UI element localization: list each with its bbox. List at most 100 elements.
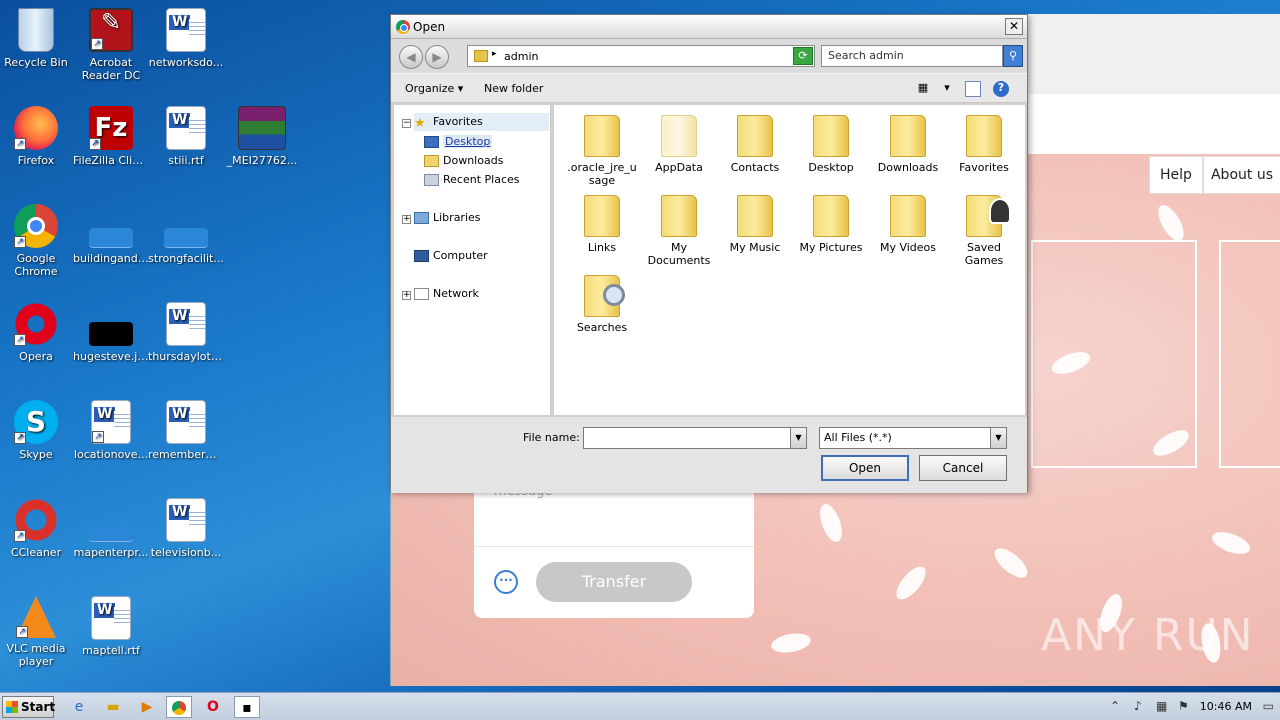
search-icon[interactable]: ⚲ (1003, 45, 1023, 67)
tree-item-downloads[interactable]: Downloads (424, 154, 503, 167)
forward-button[interactable]: ▶ (425, 45, 449, 69)
help-icon[interactable]: ? (993, 81, 1009, 97)
expand-toggle[interactable]: + (402, 215, 411, 224)
desktop-icon-opera[interactable]: ↗ Opera (0, 302, 74, 363)
desktop-icon-skype[interactable]: S ↗ Skype (0, 400, 74, 461)
tree-item-desktop[interactable]: Desktop (424, 135, 493, 148)
desktop-icon-thursdaylot[interactable]: thursdaylot.rtf (148, 302, 224, 363)
desktop-icon-maptell[interactable]: maptell.rtf (73, 596, 149, 657)
desktop-icon-televisionb[interactable]: televisionb... (148, 498, 224, 559)
file-explorer-icon[interactable]: ▬ (100, 696, 126, 718)
folder-item[interactable]: AppData (641, 115, 717, 174)
search-input[interactable]: Search admin (821, 45, 1003, 67)
chevron-down-icon[interactable]: ▾ (939, 81, 955, 97)
folder-icon (890, 195, 926, 237)
desktop-icon-vlc[interactable]: ↗ VLC media player (0, 596, 74, 668)
file-name-input[interactable]: ▼ (583, 427, 807, 449)
folder-label: My Videos (879, 241, 937, 254)
tree-item-recent-places[interactable]: Recent Places (424, 173, 520, 186)
show-hidden-icons-icon[interactable]: ⌃ (1110, 699, 1120, 713)
tree-item-favorites[interactable]: ★ Favorites (414, 113, 549, 131)
organize-menu[interactable]: Organize ▾ (405, 82, 463, 95)
show-desktop-icon[interactable]: ▭ (1263, 699, 1274, 713)
desktop-icon-firefox[interactable]: ↗ Firefox (0, 106, 74, 167)
folder-item[interactable]: Searches (564, 275, 640, 334)
downloads-folder-icon (424, 155, 439, 167)
folder-item[interactable]: My Documents (641, 195, 717, 267)
media-player-icon[interactable]: ▶ (134, 696, 160, 718)
desktop-icon-stiii[interactable]: stiii.rtf (148, 106, 224, 167)
expand-toggle[interactable]: + (402, 291, 411, 300)
clock[interactable]: 10:46 AM (1200, 700, 1252, 713)
file-type-select[interactable]: All Files (*.*) ▼ (819, 427, 1007, 449)
star-icon: ★ (414, 116, 426, 131)
blank-image-icon (89, 228, 133, 248)
desktop-icon-rememberm[interactable]: rememberm... (148, 400, 224, 461)
chevron-down-icon[interactable]: ▼ (790, 428, 806, 448)
chevron-down-icon[interactable]: ▼ (990, 428, 1006, 448)
organize-label: Organize (405, 82, 455, 95)
nav-help-link[interactable]: Help (1149, 156, 1203, 194)
app-taskbar-icon[interactable]: ▪ (234, 696, 260, 718)
internet-explorer-icon[interactable]: e (66, 696, 92, 718)
folder-item[interactable]: Links (564, 195, 640, 254)
folder-item[interactable]: Saved Games (946, 195, 1022, 267)
new-folder-button[interactable]: New folder (484, 82, 543, 95)
word-doc-icon: ↗ (91, 400, 131, 444)
cancel-button[interactable]: Cancel (919, 455, 1007, 481)
nav-about-link[interactable]: About us (1203, 156, 1280, 194)
folder-item[interactable]: My Pictures (793, 195, 869, 254)
desktop-icon-mei[interactable]: _MEI27762... (224, 106, 300, 167)
opera-taskbar-icon[interactable]: O (200, 696, 226, 718)
folder-item[interactable]: My Music (717, 195, 793, 254)
close-button[interactable]: ✕ (1005, 18, 1023, 35)
chevron-right-icon[interactable]: ▸ (492, 49, 497, 59)
desktop-icon-hugesteve[interactable]: hugesteve.jpg (73, 302, 149, 363)
desktop-icon-ccleaner[interactable]: ↗ CCleaner (0, 498, 74, 559)
volume-icon[interactable]: ♪ (1134, 699, 1142, 713)
preview-pane-icon[interactable] (965, 81, 981, 97)
folder-item[interactable]: Downloads (870, 115, 946, 174)
desktop-icon-strongfacilit[interactable]: strongfacilit... (148, 204, 224, 265)
desktop-icon-acrobat[interactable]: ✎ ↗ Acrobat Reader DC (73, 8, 149, 82)
dialog-titlebar[interactable]: Open ✕ (391, 15, 1027, 39)
breadcrumb-admin[interactable]: admin (504, 50, 538, 63)
desktop-icon-mapenterpr[interactable]: mapenterpr... (73, 498, 149, 559)
decorative-frame (1031, 240, 1197, 468)
desktop-icon-networksdo[interactable]: networksdo... (148, 8, 224, 69)
collapse-toggle[interactable]: − (402, 119, 411, 128)
back-button[interactable]: ◀ (399, 45, 423, 69)
network-icon[interactable]: ▦ (1156, 699, 1167, 713)
folder-item[interactable]: .oracle_jre_u sage (564, 115, 640, 187)
desktop-icon-buildingand[interactable]: buildingand.... (73, 204, 149, 265)
address-bar[interactable]: ▸ admin ▼ (467, 45, 815, 67)
refresh-button[interactable]: ⟳ (793, 47, 813, 65)
tree-item-libraries[interactable]: Libraries (414, 211, 481, 224)
desktop-icon-recycle-bin[interactable]: Recycle Bin (0, 8, 74, 69)
folder-label: sage (588, 174, 616, 187)
folder-item[interactable]: My Videos (870, 195, 946, 254)
dialog-title: Open (413, 20, 446, 34)
change-view-icon[interactable]: ▦ (915, 81, 931, 97)
start-button[interactable]: Start (2, 696, 55, 718)
transfer-button[interactable]: Transfer (536, 562, 692, 602)
desktop-icon-locationove[interactable]: ↗ locationove... (73, 400, 149, 461)
folder-item[interactable]: Contacts (717, 115, 793, 174)
file-name-label: File name: (523, 431, 580, 444)
desktop-icon-chrome[interactable]: ↗ Google Chrome (0, 204, 74, 278)
folder-icon (737, 195, 773, 237)
tree-item-network[interactable]: Network (414, 287, 479, 300)
chrome-taskbar-icon[interactable] (166, 696, 192, 718)
folder-icon (966, 115, 1002, 157)
word-doc-icon (166, 8, 206, 52)
folder-label: Favorites (959, 161, 1009, 174)
tree-item-computer[interactable]: Computer (414, 249, 488, 262)
action-center-flag-icon[interactable]: ⚑ (1178, 699, 1189, 713)
recent-places-icon (424, 174, 439, 186)
desktop-icon-filezilla[interactable]: Fz ↗ FileZilla Client (73, 106, 149, 167)
more-options-icon[interactable]: ··· (494, 570, 518, 594)
open-button[interactable]: Open (821, 455, 909, 481)
folder-item[interactable]: Desktop (793, 115, 869, 174)
word-doc-icon (166, 400, 206, 444)
folder-item[interactable]: Favorites (946, 115, 1022, 174)
